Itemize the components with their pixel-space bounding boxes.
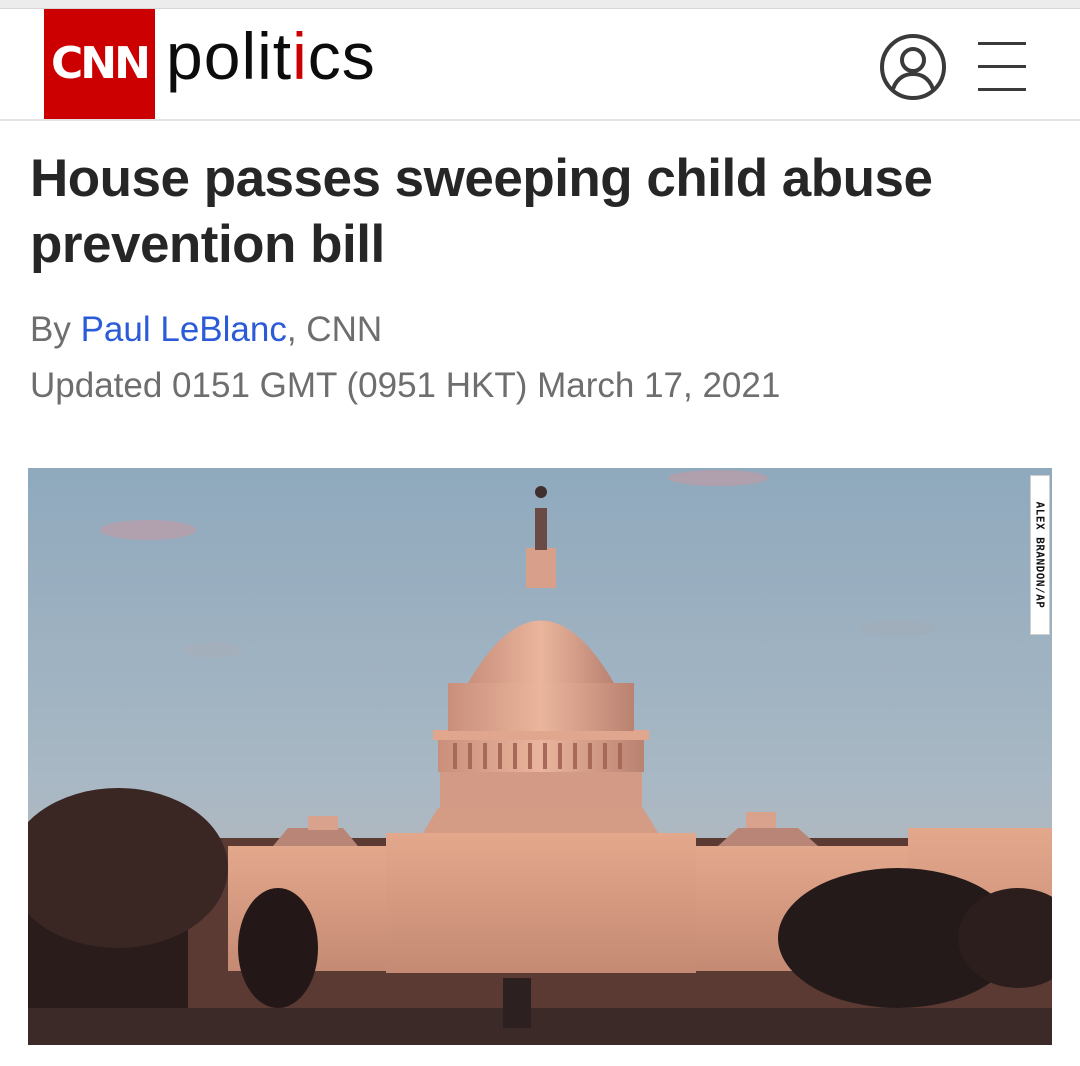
cnn-logo-text: CNN xyxy=(51,38,151,89)
article-page: CNN politics House passes sweeping child… xyxy=(0,0,1080,1066)
cnn-logo[interactable]: CNN xyxy=(44,9,155,119)
byline: By Paul LeBlanc, CNN xyxy=(30,310,382,350)
byline-suffix: , CNN xyxy=(286,310,383,349)
updated-timestamp: Updated 0151 GMT (0951 HKT) March 17, 20… xyxy=(30,366,781,405)
site-header: CNN politics xyxy=(0,9,1080,121)
photo-credit-text: ALEX BRANDON/AP xyxy=(1033,501,1047,609)
account-button[interactable] xyxy=(879,33,947,101)
capitol-building-photo xyxy=(28,468,1052,1045)
author-link[interactable]: Paul LeBlanc xyxy=(81,310,287,349)
byline-prefix: By xyxy=(30,310,81,349)
section-name-politics[interactable]: politics xyxy=(166,23,376,89)
article-headline: House passes sweeping child abuse preven… xyxy=(30,149,933,274)
user-circle-icon xyxy=(880,34,946,100)
hero-image[interactable] xyxy=(28,468,1052,1045)
hamburger-menu-icon xyxy=(978,42,1026,91)
photo-credit: ALEX BRANDON/AP xyxy=(1030,475,1050,635)
menu-button[interactable] xyxy=(978,39,1026,95)
browser-top-edge xyxy=(0,0,1080,9)
